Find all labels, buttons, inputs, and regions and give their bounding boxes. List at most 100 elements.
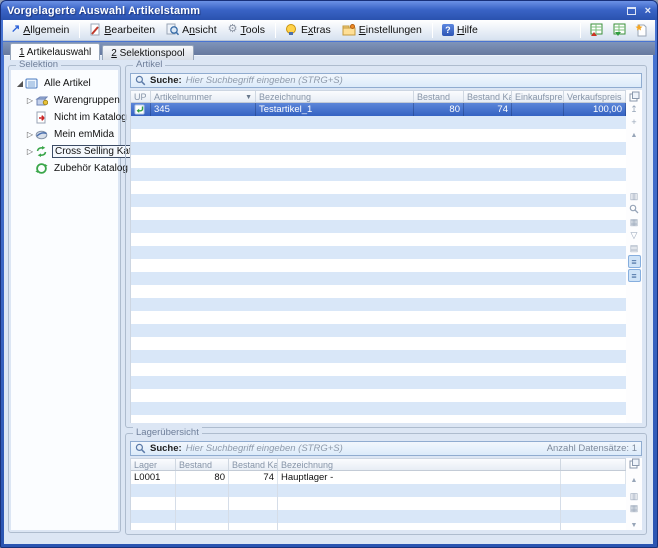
panel-layout-icon[interactable]: ▤ xyxy=(628,242,641,254)
restore-icon xyxy=(627,7,636,15)
detail-view-icon[interactable]: ≡ xyxy=(628,269,641,282)
scroll-down-icon[interactable]: ▼ xyxy=(628,521,641,529)
menu-allgemein-label: Allgemein xyxy=(23,24,69,36)
tree-item-label: Alle Artikel xyxy=(42,78,93,89)
column-header-bestand[interactable]: Bestand xyxy=(176,459,229,470)
columns-layout-icon[interactable]: ▥ xyxy=(628,491,641,502)
tree-item-alle-artikel[interactable]: ◢ Alle Artikel xyxy=(11,75,118,92)
scroll-up-icon[interactable]: ▲ xyxy=(628,476,641,484)
menu-hilfe[interactable]: ? Hilfe xyxy=(438,23,483,38)
column-header-empty xyxy=(561,459,626,470)
search-label: Suche: xyxy=(150,75,182,86)
artikel-search-input[interactable]: Suche: Hier Suchbegriff eingeben (STRG+S… xyxy=(130,73,642,88)
menu-ansicht[interactable]: Ansicht xyxy=(162,22,221,38)
menu-allgemein[interactable]: ↗ Allgemein xyxy=(7,23,74,38)
lager-side-toolbar: ▲ ▥ ▦ ▼ xyxy=(626,458,642,530)
collapsed-triangle-icon[interactable]: ▷ xyxy=(25,147,35,156)
green-return-arrow-icon xyxy=(131,103,151,116)
artikel-groupbox: Artikel Suche: Hier Suchbegriff eingeben… xyxy=(125,65,647,428)
scroll-up-icon[interactable]: ▲ xyxy=(628,129,641,141)
tree-item-mein-emmida[interactable]: ▷ Mein emMida xyxy=(11,126,118,143)
goods-group-icon xyxy=(35,94,49,107)
window: Vorgelagerte Auswahl Artikelstamm × ↗ Al… xyxy=(0,0,658,548)
menu-hilfe-label: Hilfe xyxy=(457,24,478,36)
search-icon xyxy=(135,75,146,86)
content-panel: Selektion ◢ Alle Artikel ▷ Warengruppen … xyxy=(4,55,653,544)
lageruebersicht-groupbox: Lagerübersicht Suche: Hier Suchbegriff e… xyxy=(125,433,647,535)
cell-bezeichnung: Hauptlager - xyxy=(278,471,561,484)
selektion-group-label: Selektion xyxy=(16,59,61,70)
menu-separator xyxy=(580,23,581,38)
new-document-button[interactable] xyxy=(632,22,651,38)
column-header-up[interactable]: UP xyxy=(131,91,151,102)
tree-item-label: Zubehör Katalog xyxy=(52,163,130,174)
search-placeholder: Hier Suchbegriff eingeben (STRG+S) xyxy=(186,75,343,86)
menu-extras[interactable]: Extras xyxy=(281,22,336,38)
menu-separator xyxy=(275,23,276,38)
filter-icon[interactable]: ▽ xyxy=(628,229,641,241)
grid-summary-icon[interactable]: ▦ xyxy=(628,216,641,228)
close-button[interactable]: × xyxy=(645,5,651,17)
menu-separator xyxy=(432,23,433,38)
cell-bestand: 80 xyxy=(414,103,464,116)
menu-tools-label: Tools xyxy=(240,24,265,36)
sort-descending-icon: ▼ xyxy=(245,94,252,101)
list-catalog-icon xyxy=(25,77,39,90)
menu-tools[interactable]: ⚙ Tools xyxy=(224,23,270,38)
scroll-to-top-icon[interactable]: ↥ xyxy=(628,103,641,115)
cell-bestand-kalk: 74 xyxy=(464,103,512,116)
tab-selektionspool[interactable]: 2 Selektionspool xyxy=(102,45,193,60)
column-header-bestand-kalk[interactable]: Bestand Kalk. xyxy=(229,459,278,470)
cell-lager: L0001 xyxy=(131,471,176,484)
artikel-side-toolbar: ↥ + ▲ ▥ ▦ ▽ ▤ ≡ ≡ xyxy=(626,90,642,423)
search-placeholder: Hier Suchbegriff eingeben (STRG+S) xyxy=(186,443,343,454)
column-header-bezeichnung[interactable]: Bezeichnung xyxy=(278,459,561,470)
cell-einkaufspreis xyxy=(512,103,564,116)
tree-item-label: Mein emMida xyxy=(52,129,116,140)
search-tool-icon[interactable] xyxy=(628,203,641,215)
menu-einstellungen[interactable]: Einstellungen xyxy=(338,22,427,38)
column-header-verkaufspreis[interactable]: Verkaufspreis xyxy=(564,91,626,102)
column-chooser-icon[interactable] xyxy=(628,90,641,102)
tab-artikelauswahl[interactable]: 1 Artikelauswahl xyxy=(10,43,100,60)
columns-layout-icon[interactable]: ▥ xyxy=(628,190,641,202)
magnifier-page-icon xyxy=(166,23,179,36)
collapsed-triangle-icon[interactable]: ▷ xyxy=(25,130,35,139)
arrow-up-right-icon: ↗ xyxy=(11,24,20,35)
column-header-bestand[interactable]: Bestand xyxy=(414,91,464,102)
window-title: Vorgelagerte Auswahl Artikelstamm xyxy=(7,5,625,17)
cell-artikelnummer: 345 xyxy=(151,103,256,116)
column-header-einkaufspreis[interactable]: Einkaufspreis xyxy=(512,91,564,102)
restore-button[interactable] xyxy=(625,5,638,17)
empty-rows-area xyxy=(131,484,626,530)
expanded-triangle-icon[interactable]: ◢ xyxy=(15,79,25,88)
tree-item-nicht-im-katalog[interactable]: Nicht im Katalog xyxy=(11,109,118,126)
add-row-icon[interactable]: + xyxy=(628,116,641,128)
column-header-lager[interactable]: Lager xyxy=(131,459,176,470)
empty-rows-area xyxy=(131,116,626,423)
emmida-globe-icon xyxy=(35,128,49,141)
column-header-bezeichnung[interactable]: Bezeichnung xyxy=(256,91,414,102)
collapsed-triangle-icon[interactable]: ▷ xyxy=(25,96,35,105)
column-chooser-icon[interactable] xyxy=(628,458,641,469)
artikel-group-label: Artikel xyxy=(133,59,165,70)
lager-table-row[interactable]: L0001 80 74 Hauptlager - xyxy=(131,471,626,484)
titlebar[interactable]: Vorgelagerte Auswahl Artikelstamm × xyxy=(1,1,657,20)
menu-bearbeiten[interactable]: Bearbeiten xyxy=(85,22,160,38)
tree-item-cross-selling-katalog[interactable]: ▷ Cross Selling Katalog xyxy=(11,143,118,160)
tree-item-zubehoer-katalog[interactable]: Zubehör Katalog xyxy=(11,160,118,177)
list-view-icon[interactable]: ≡ xyxy=(628,255,641,268)
excel-import-button[interactable] xyxy=(609,22,630,38)
column-header-artikelnummer[interactable]: Artikelnummer▼ xyxy=(151,91,256,102)
grid-summary-icon[interactable]: ▦ xyxy=(628,503,641,514)
excel-export-button[interactable] xyxy=(586,22,607,38)
artikel-table-row-selected[interactable]: 345 Testartikel_1 80 74 100,00 xyxy=(131,103,626,116)
cell-verkaufspreis: 100,00 xyxy=(564,103,626,116)
new-document-icon xyxy=(635,23,648,37)
search-label: Suche: xyxy=(150,443,182,454)
lager-table-header: Lager Bestand Bestand Kalk. Bezeichnung xyxy=(131,458,626,471)
tree-item-warengruppen[interactable]: ▷ Warengruppen xyxy=(11,92,118,109)
column-header-bestand-kalk[interactable]: Bestand Kalk. xyxy=(464,91,512,102)
lager-search-input[interactable]: Suche: Hier Suchbegriff eingeben (STRG+S… xyxy=(130,441,642,456)
cell-bestand: 80 xyxy=(176,471,229,484)
